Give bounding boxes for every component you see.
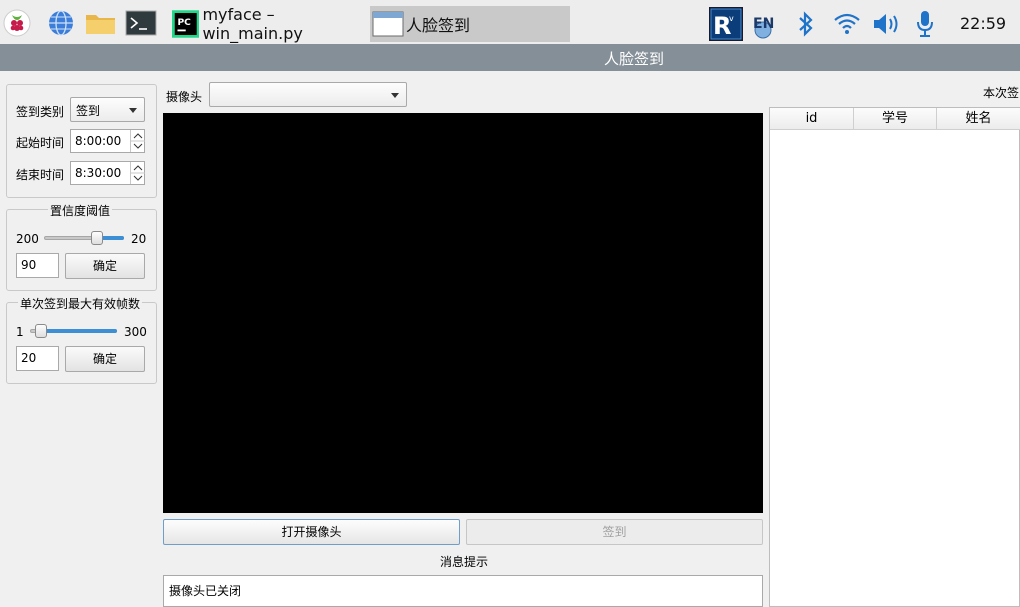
- svg-text:v: v: [729, 14, 734, 23]
- window-icon: [372, 11, 404, 37]
- confidence-input-value: 90: [21, 258, 37, 272]
- max-frames-slider-handle[interactable]: [35, 324, 47, 338]
- camera-preview: [163, 113, 763, 513]
- bluetooth-icon[interactable]: [794, 10, 818, 38]
- task-label: 人脸签到: [406, 16, 471, 35]
- signin-type-select[interactable]: 签到: [70, 97, 145, 122]
- end-time-spinner[interactable]: [130, 162, 145, 184]
- window-title: 人脸签到: [604, 50, 665, 68]
- window-titlebar[interactable]: 人脸签到: [0, 44, 1020, 71]
- file-manager-icon[interactable]: [85, 9, 115, 37]
- end-time-label: 结束时间: [16, 168, 65, 182]
- wifi-icon[interactable]: [833, 11, 861, 39]
- spin-down-icon[interactable]: [133, 175, 143, 181]
- taskbar: PC myface – win_main.py 人脸签到 R v EN 22:5…: [0, 0, 1020, 44]
- camera-label: 摄像头: [166, 90, 203, 104]
- session-title: 本次签: [983, 86, 1020, 100]
- start-time-label: 起始时间: [16, 136, 65, 150]
- max-frames-input[interactable]: 20: [16, 346, 59, 371]
- column-header-id[interactable]: id: [770, 108, 854, 130]
- pycharm-icon: PC: [172, 10, 200, 38]
- signin-button[interactable]: 签到: [466, 519, 763, 545]
- open-camera-button[interactable]: 打开摄像头: [163, 519, 460, 545]
- confidence-min-label: 200: [16, 232, 39, 246]
- max-frames-slider[interactable]: [30, 324, 117, 340]
- terminal-icon[interactable]: [125, 9, 157, 37]
- signin-table[interactable]: id 学号 姓名: [769, 107, 1020, 607]
- chevron-down-icon: [129, 108, 137, 113]
- max-frames-input-value: 20: [21, 351, 37, 365]
- message-box[interactable]: 摄像头已关闭: [163, 575, 763, 607]
- confidence-group-title: 置信度阈值: [48, 202, 113, 219]
- confidence-input[interactable]: 90: [16, 253, 59, 278]
- svg-text:PC: PC: [177, 18, 191, 28]
- max-frames-min-label: 1: [16, 325, 24, 339]
- max-frames-max-label: 300: [124, 325, 147, 339]
- clock[interactable]: 22:59: [960, 14, 1006, 33]
- chevron-down-icon: [391, 93, 399, 98]
- max-frames-slider-fill: [41, 329, 117, 333]
- column-header-name[interactable]: 姓名: [937, 108, 1020, 130]
- microphone-icon[interactable]: [914, 9, 936, 37]
- svg-text:EN: EN: [753, 16, 774, 32]
- raspberry-menu-icon[interactable]: [3, 9, 31, 37]
- volume-icon[interactable]: [872, 11, 900, 39]
- spin-up-icon[interactable]: [133, 133, 143, 139]
- camera-select[interactable]: [209, 82, 407, 107]
- max-frames-confirm-button[interactable]: 确定: [65, 346, 145, 372]
- spin-up-icon[interactable]: [133, 165, 143, 171]
- task-face-signin[interactable]: 人脸签到: [370, 6, 570, 42]
- spin-down-icon[interactable]: [133, 143, 143, 149]
- max-frames-group-title: 单次签到最大有效帧数: [18, 295, 143, 312]
- confidence-max-label: 20: [131, 232, 147, 246]
- start-time-value: 8:00:00: [75, 134, 122, 148]
- start-time-spinner[interactable]: [130, 130, 145, 152]
- confidence-slider[interactable]: [44, 231, 124, 247]
- task-label: myface – win_main.py: [202, 5, 303, 43]
- input-method-icon[interactable]: EN: [751, 10, 783, 40]
- confidence-confirm-button[interactable]: 确定: [65, 253, 145, 279]
- signin-type-label: 签到类别: [16, 105, 65, 119]
- signin-type-value: 签到: [76, 104, 101, 118]
- web-browser-icon[interactable]: [47, 9, 75, 37]
- confidence-slider-handle[interactable]: [91, 231, 103, 245]
- message-text: 摄像头已关闭: [169, 584, 242, 598]
- column-header-student-no[interactable]: 学号: [854, 108, 937, 130]
- vnc-icon[interactable]: R v: [709, 7, 743, 41]
- message-title: 消息提示: [440, 555, 489, 569]
- task-pycharm[interactable]: PC myface – win_main.py: [170, 5, 365, 43]
- end-time-value: 8:30:00: [75, 166, 122, 180]
